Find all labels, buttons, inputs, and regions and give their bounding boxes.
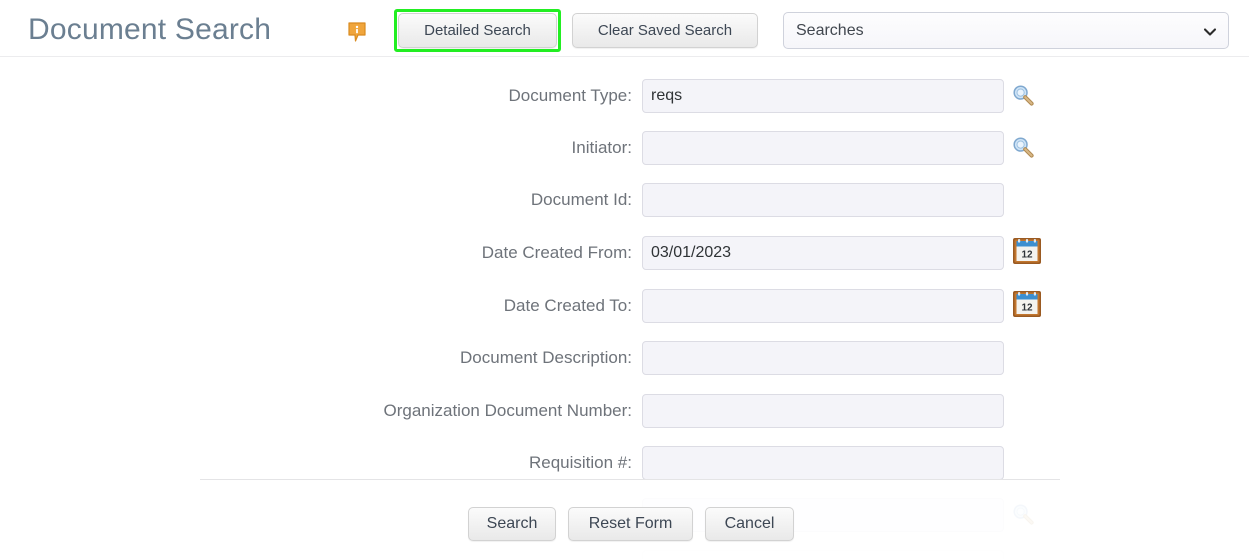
form-row: Document Id:	[0, 183, 1249, 219]
field-input[interactable]	[642, 341, 1004, 375]
field-label: Date Created From:	[481, 243, 632, 262]
field-input[interactable]	[642, 289, 1004, 323]
field-input[interactable]	[642, 446, 1004, 480]
page-header: Document Search Detailed Search Clear Sa…	[0, 0, 1249, 57]
field-input[interactable]	[642, 183, 1004, 217]
field-label: Date Created To:	[503, 296, 632, 315]
search-magnifier-icon[interactable]	[1012, 84, 1034, 106]
detailed-search-button[interactable]: Detailed Search	[398, 13, 557, 48]
field-input[interactable]	[642, 236, 1004, 270]
info-bubble-icon[interactable]	[348, 22, 366, 42]
calendar-picker-icon[interactable]: 12	[1012, 236, 1042, 266]
form-action-bar: Search Reset Form Cancel	[0, 480, 1249, 559]
reset-form-button[interactable]: Reset Form	[568, 507, 693, 541]
field-input[interactable]	[642, 131, 1004, 165]
calendar-picker-icon[interactable]: 12	[1012, 289, 1042, 319]
field-label: Document Id:	[530, 190, 632, 209]
search-button[interactable]: Search	[468, 507, 556, 541]
svg-text:12: 12	[1021, 303, 1033, 314]
form-row: Document Type:	[0, 79, 1249, 115]
searches-dropdown[interactable]: Searches	[783, 12, 1229, 49]
form-row: Requisition #:	[0, 446, 1249, 482]
searches-dropdown-value: Searches	[796, 22, 864, 39]
field-input[interactable]	[642, 394, 1004, 428]
cancel-button[interactable]: Cancel	[705, 507, 794, 541]
form-row: Date Created To: 12	[0, 289, 1249, 325]
field-label: Requisition #:	[528, 453, 632, 472]
field-label: Initiator:	[571, 138, 632, 157]
form-row: Date Created From: 12	[0, 236, 1249, 272]
search-magnifier-icon[interactable]	[1012, 136, 1034, 158]
clear-saved-search-button[interactable]: Clear Saved Search	[572, 13, 758, 48]
svg-text:12: 12	[1021, 250, 1033, 261]
field-input[interactable]	[642, 79, 1004, 113]
field-label: Document Description:	[460, 348, 632, 367]
form-row: Organization Document Number:	[0, 394, 1249, 430]
document-search-page: Document Search Detailed Search Clear Sa…	[0, 0, 1249, 559]
chevron-down-icon	[1203, 25, 1217, 39]
field-label: Document Type:	[508, 86, 632, 105]
form-row: Document Description:	[0, 341, 1249, 377]
page-title: Document Search	[28, 13, 272, 46]
field-label: Organization Document Number:	[383, 401, 632, 420]
form-row: Initiator:	[0, 131, 1249, 167]
